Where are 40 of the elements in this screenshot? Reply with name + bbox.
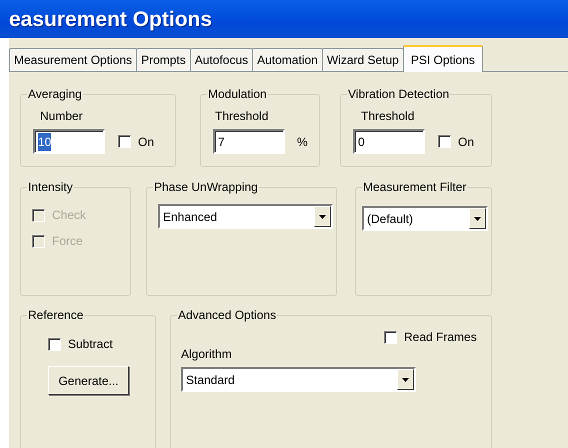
group-title: Reference (27, 308, 84, 322)
window-title: easurement Options (9, 8, 212, 30)
dropdown[interactable]: Standard (181, 367, 416, 392)
group-title: Measurement Filter (362, 180, 468, 194)
dropdown[interactable]: (Default) (362, 206, 488, 231)
checkbox[interactable] (118, 135, 131, 148)
field-label: Number (40, 109, 84, 123)
tab[interactable]: Wizard Setup (322, 48, 404, 71)
checkbox-label: On (458, 134, 474, 150)
checkbox-label: On (138, 134, 154, 150)
checkbox[interactable] (48, 338, 61, 350)
tab[interactable]: Measurement Options (9, 48, 138, 71)
group-title: Vibration Detection (347, 87, 450, 101)
dropdown[interactable]: Enhanced (158, 204, 333, 229)
field-label: Threshold (215, 109, 270, 123)
group-title: Modulation (207, 87, 268, 101)
tab[interactable]: PSI Options (402, 45, 483, 72)
group-title: Intensity (27, 180, 74, 194)
group-title: Phase UnWrapping (153, 180, 259, 194)
tab[interactable]: Automation (252, 48, 323, 71)
field-label: Threshold (361, 109, 416, 123)
checkbox-label: Force (52, 233, 83, 250)
input-field[interactable]: 0 (353, 129, 425, 154)
tab[interactable]: Prompts (136, 48, 191, 71)
generate-button[interactable]: Generate... (48, 366, 129, 395)
caret-icon (319, 214, 326, 218)
input-field[interactable]: 10 (33, 129, 105, 154)
unit-label: % (297, 134, 308, 150)
checkbox-label: Subtract (68, 336, 113, 353)
group-title: Averaging (27, 87, 83, 101)
group-title: Advanced Options (177, 308, 278, 322)
checkbox[interactable] (384, 330, 397, 344)
tab[interactable]: Autofocus (190, 48, 254, 71)
checkbox-label: Read Frames (404, 329, 477, 346)
field-label: Algorithm (181, 347, 233, 361)
caret-icon (474, 216, 481, 220)
input-field[interactable]: 7 (213, 129, 285, 154)
caret-icon (402, 378, 409, 382)
checkbox-label: Check (52, 207, 86, 224)
checkbox[interactable] (438, 135, 451, 148)
